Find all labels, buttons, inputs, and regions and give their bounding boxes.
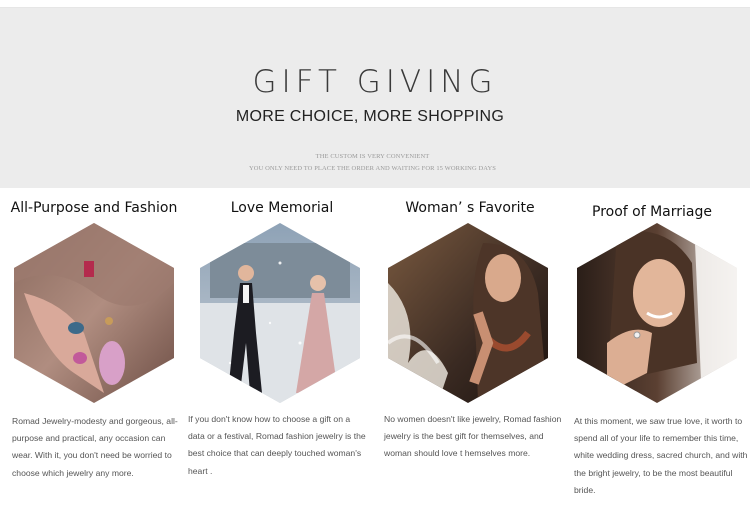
- feature-description: Romad Jewelry-modesty and gorgeous, all-…: [12, 416, 178, 478]
- laughing-woman-with-necklace-photo: [388, 223, 548, 403]
- feature-all-purpose: All-Purpose and Fashion Romad Jewelry-mo…: [4, 198, 184, 478]
- feature-womans-favorite: Woman’ s Favorite No women doesn't like …: [380, 198, 561, 458]
- banner-note-line-1: THE CUSTOM IS VERY CONVENIENT: [315, 153, 430, 160]
- couple-walking-in-snow-photo: [200, 223, 360, 403]
- hand-with-rings-and-pendant-photo: [14, 223, 174, 403]
- banner-note-line-2: YOU ONLY NEED TO PLACE THE ORDER AND WAI…: [249, 165, 496, 172]
- feature-description: No women doesn't like jewelry, Romad fas…: [384, 414, 562, 459]
- feature-proof-of-marriage: Proof of Marriage At this moment, we saw…: [562, 198, 747, 495]
- feature-description: If you don't know how to choose a gift o…: [188, 414, 366, 476]
- gift-giving-banner: GIFT GIVING MORE CHOICE, MORE SHOPPING T…: [0, 8, 750, 188]
- top-divider: [0, 0, 750, 8]
- feature-heading: Woman’ s Favorite: [405, 200, 535, 216]
- banner-title: GIFT GIVING: [252, 64, 498, 100]
- feature-description: At this moment, we saw true love, it wor…: [574, 416, 748, 495]
- banner-subtitle: MORE CHOICE, MORE SHOPPING: [235, 108, 505, 125]
- feature-heading: Love Memorial: [230, 200, 334, 216]
- feature-heading: All-Purpose and Fashion: [10, 200, 178, 216]
- bride-showing-ring-photo: [577, 223, 737, 403]
- feature-love-memorial: Love Memorial If you don't know how to c…: [188, 198, 372, 476]
- feature-heading: Proof of Marriage: [592, 204, 712, 220]
